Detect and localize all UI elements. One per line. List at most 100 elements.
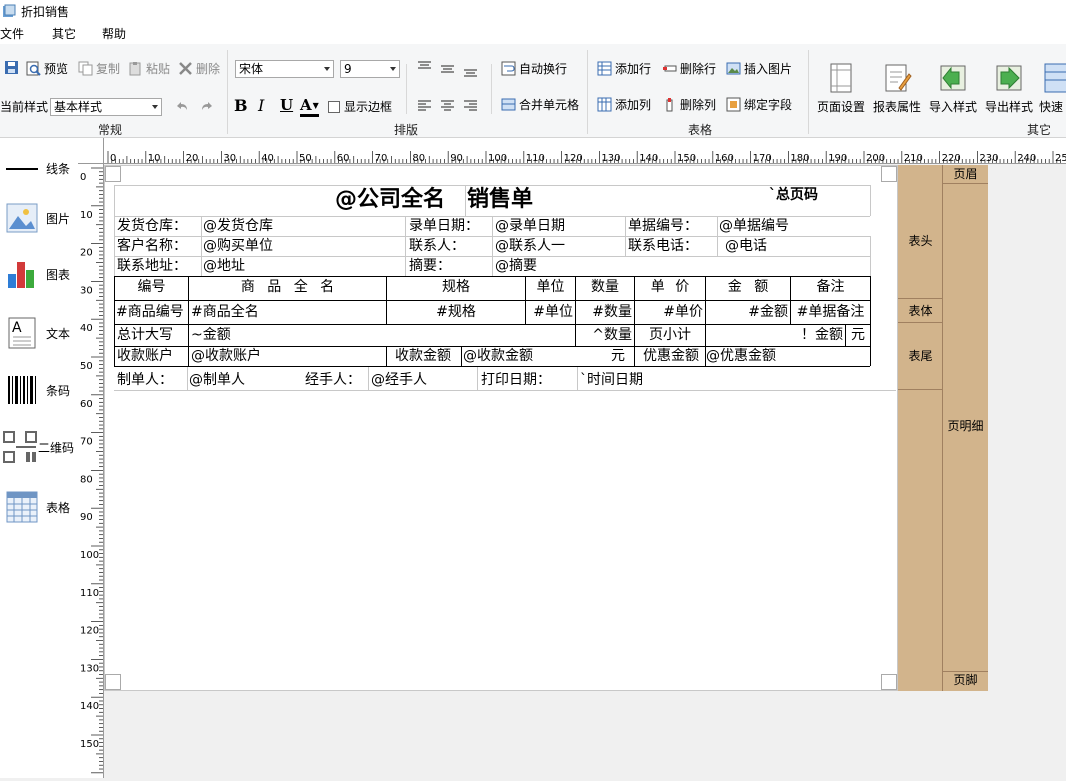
report-canvas[interactable]: @公司全名 销售单 `总页码 发货仓库： @发货仓库 录单日期： @录单日期 单…: [104, 165, 898, 691]
detail-code[interactable]: #商品编号: [116, 303, 184, 321]
discount-amount-field[interactable]: @优惠金额: [706, 347, 776, 365]
horizontal-ruler[interactable]: 0 10 20 30 40 50 60 70 80 90 100 110 120 130 140 150 160…: [104, 138, 1066, 164]
page-setup-button[interactable]: 页面设置: [817, 62, 865, 115]
col-header-amount[interactable]: 金 额: [706, 278, 790, 296]
align-bottom-button[interactable]: [463, 64, 481, 79]
delete-button[interactable]: 删除: [178, 60, 220, 77]
detail-remark[interactable]: #单据备注: [791, 303, 870, 321]
col-header-remark[interactable]: 备注: [791, 278, 870, 296]
menu-help[interactable]: 帮助: [102, 25, 126, 42]
field-contact[interactable]: @联系人一: [495, 237, 565, 255]
band-table-body[interactable]: 表体: [898, 302, 943, 320]
italic-button[interactable]: I: [258, 96, 264, 115]
delete-row-button[interactable]: 删除行: [662, 60, 716, 77]
label-customer[interactable]: 客户名称：: [117, 237, 187, 255]
paste-button[interactable]: 粘贴: [128, 60, 170, 77]
label-warehouse[interactable]: 发货仓库：: [117, 217, 187, 235]
total-pages-field[interactable]: `总页码: [769, 186, 818, 204]
col-header-qty[interactable]: 数量: [576, 278, 634, 296]
label-summary[interactable]: 摘要：: [409, 257, 451, 275]
detail-name[interactable]: #商品全名: [191, 303, 259, 321]
report-properties-button[interactable]: 报表属性: [873, 62, 921, 115]
maker-label[interactable]: 制单人：: [117, 371, 173, 389]
tool-text[interactable]: A 文本: [4, 316, 70, 350]
align-middle-button[interactable]: [440, 62, 458, 77]
copy-button[interactable]: 复制: [78, 60, 120, 77]
field-doc-number[interactable]: @单据编号: [719, 217, 789, 235]
receipt-amount-field[interactable]: @收款金额: [463, 347, 533, 365]
label-entry-date[interactable]: 录单日期：: [409, 217, 479, 235]
col-header-name[interactable]: 商 品 全 名: [189, 278, 386, 296]
bold-button[interactable]: B: [234, 96, 248, 115]
bind-field-button[interactable]: 绑定字段: [726, 96, 792, 113]
current-style-select[interactable]: 基本样式: [50, 98, 162, 116]
band-page-footer[interactable]: 页脚: [943, 671, 988, 689]
band-page-header[interactable]: 页眉: [943, 165, 988, 183]
export-style-button[interactable]: 导出样式: [985, 62, 1033, 115]
menu-file[interactable]: 文件: [0, 25, 24, 42]
align-center-button[interactable]: [440, 98, 458, 113]
col-header-price[interactable]: 单 价: [635, 278, 705, 296]
field-summary[interactable]: @摘要: [495, 257, 537, 275]
tool-barcode[interactable]: 条码: [4, 374, 70, 406]
total-in-words-label[interactable]: 总计大写: [117, 326, 173, 344]
tool-qrcode[interactable]: 二维码: [2, 430, 74, 464]
delete-column-button[interactable]: 删除列: [662, 96, 716, 113]
receipt-account-label[interactable]: 收款账户: [117, 347, 173, 365]
import-style-button[interactable]: 导入样式: [929, 62, 977, 115]
label-doc-number[interactable]: 单据编号：: [628, 217, 698, 235]
font-size-select[interactable]: 9: [340, 60, 400, 78]
total-qty-field[interactable]: ^数量: [576, 326, 634, 344]
band-table-footer[interactable]: 表尾: [898, 347, 943, 365]
tool-table[interactable]: 表格: [4, 490, 70, 524]
band-table-header[interactable]: 表头: [898, 232, 943, 250]
total-in-words-field[interactable]: ~金额: [191, 326, 231, 344]
handler-field[interactable]: @经手人: [371, 371, 427, 389]
tool-image[interactable]: 图片: [4, 202, 70, 234]
company-name-field[interactable]: @公司全名: [335, 186, 445, 214]
receipt-currency-unit[interactable]: 元: [611, 347, 625, 365]
add-row-button[interactable]: 添加行: [597, 60, 651, 77]
col-header-spec[interactable]: 规格: [387, 278, 525, 296]
maker-field[interactable]: @制单人: [189, 371, 245, 389]
field-customer[interactable]: @购买单位: [203, 237, 273, 255]
field-phone[interactable]: @电话: [725, 237, 767, 255]
font-color-button[interactable]: A ▼: [300, 96, 319, 117]
col-header-code[interactable]: 编号: [115, 278, 188, 296]
detail-amount[interactable]: #金额: [706, 303, 790, 321]
receipt-amount-label[interactable]: 收款金额: [395, 347, 451, 365]
handler-label[interactable]: 经手人：: [305, 371, 361, 389]
print-date-label[interactable]: 打印日期：: [481, 371, 551, 389]
vertical-ruler[interactable]: 0 10 20 30 40 50 60 70 80 90 100 110 120 130 140 150: [78, 164, 104, 778]
field-warehouse[interactable]: @发货仓库: [203, 217, 273, 235]
label-contact[interactable]: 联系人：: [409, 237, 465, 255]
receipt-account-field[interactable]: @收款账户: [191, 347, 261, 365]
currency-unit[interactable]: 元: [846, 326, 870, 344]
label-address[interactable]: 联系地址：: [117, 257, 187, 275]
detail-qty[interactable]: #数量: [576, 303, 634, 321]
redo-button[interactable]: [200, 100, 218, 115]
field-address[interactable]: @地址: [203, 257, 245, 275]
align-top-button[interactable]: [417, 60, 435, 75]
merge-cells-button[interactable]: 合并单元格: [501, 96, 579, 113]
tool-line[interactable]: 线条: [4, 160, 70, 177]
align-left-button[interactable]: [417, 98, 435, 113]
insert-image-button[interactable]: 插入图片: [726, 60, 792, 77]
preview-button[interactable]: 预览: [26, 60, 68, 77]
undo-button[interactable]: [174, 100, 192, 115]
align-right-button[interactable]: [463, 98, 481, 113]
page-subtotal-label[interactable]: 页小计: [635, 326, 705, 344]
page-subtotal-amount[interactable]: ！金额: [706, 326, 845, 344]
auto-wrap-button[interactable]: 自动换行: [501, 60, 567, 77]
detail-unit[interactable]: #单位: [526, 303, 575, 321]
field-entry-date[interactable]: @录单日期: [495, 217, 565, 235]
print-date-field[interactable]: `时间日期: [580, 371, 643, 389]
font-name-select[interactable]: 宋体: [235, 60, 334, 78]
discount-amount-label[interactable]: 优惠金额: [643, 347, 699, 365]
report-title[interactable]: 销售单: [467, 186, 533, 214]
save-button[interactable]: [4, 60, 22, 75]
band-page-detail[interactable]: 页明细: [943, 417, 988, 435]
tool-chart[interactable]: 图表: [4, 258, 70, 290]
detail-price[interactable]: #单价: [635, 303, 705, 321]
quick-button[interactable]: 快速: [1039, 62, 1066, 115]
